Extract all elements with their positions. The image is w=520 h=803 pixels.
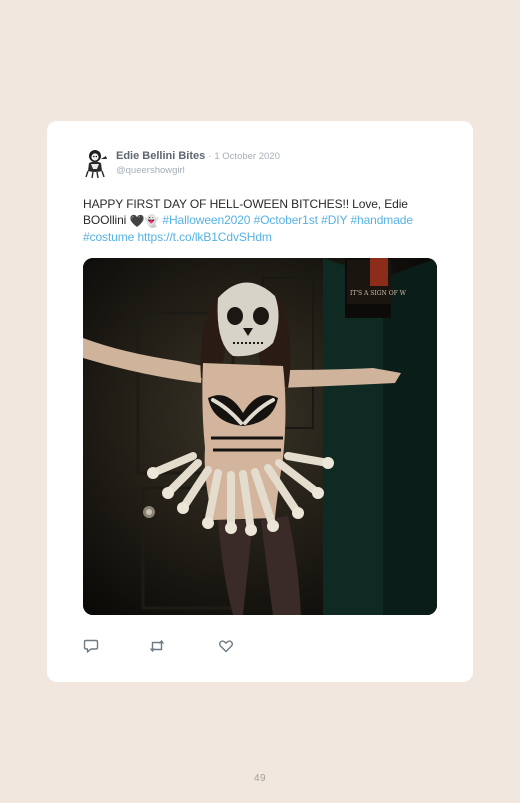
heart-icon[interactable] xyxy=(218,638,234,654)
tweet-photo[interactable]: IT'S A SIGN OF W xyxy=(83,258,437,615)
tweet-card: Edie Bellini Bites · 1 October 2020 @que… xyxy=(47,121,473,682)
user-handle[interactable]: @queershowgirl xyxy=(116,165,185,176)
hashtag-october1st[interactable]: #October1st xyxy=(254,213,318,227)
avatar[interactable] xyxy=(81,147,111,179)
retweet-icon[interactable] xyxy=(149,638,165,654)
hashtag-handmade[interactable]: #handmade xyxy=(350,213,413,227)
reply-icon[interactable] xyxy=(83,638,99,654)
separator: · xyxy=(208,151,212,161)
tweet-link[interactable]: https://t.co/lkB1CdvSHdm xyxy=(137,230,271,244)
tweet-date[interactable]: 1 October 2020 xyxy=(214,151,280,162)
page-number: 49 xyxy=(253,773,267,784)
black-heart-emoji: 🖤 xyxy=(129,214,145,228)
hashtag-diy[interactable]: #DIY xyxy=(321,213,347,227)
hashtag-halloween2020[interactable]: #Halloween2020 xyxy=(162,213,250,227)
photo-sign-text: IT'S A SIGN OF W xyxy=(350,290,407,297)
tweet-actions xyxy=(83,638,283,654)
display-name[interactable]: Edie Bellini Bites xyxy=(116,150,205,162)
name-line: Edie Bellini Bites · 1 October 2020 xyxy=(116,150,280,163)
hashtag-costume[interactable]: #costume xyxy=(83,230,134,244)
ghost-emoji: 👻 xyxy=(144,214,160,228)
tweet-text: HAPPY FIRST DAY OF HELL-OWEEN BITCHES!! … xyxy=(83,196,435,245)
tweet-header: Edie Bellini Bites · 1 October 2020 @que… xyxy=(81,147,441,179)
